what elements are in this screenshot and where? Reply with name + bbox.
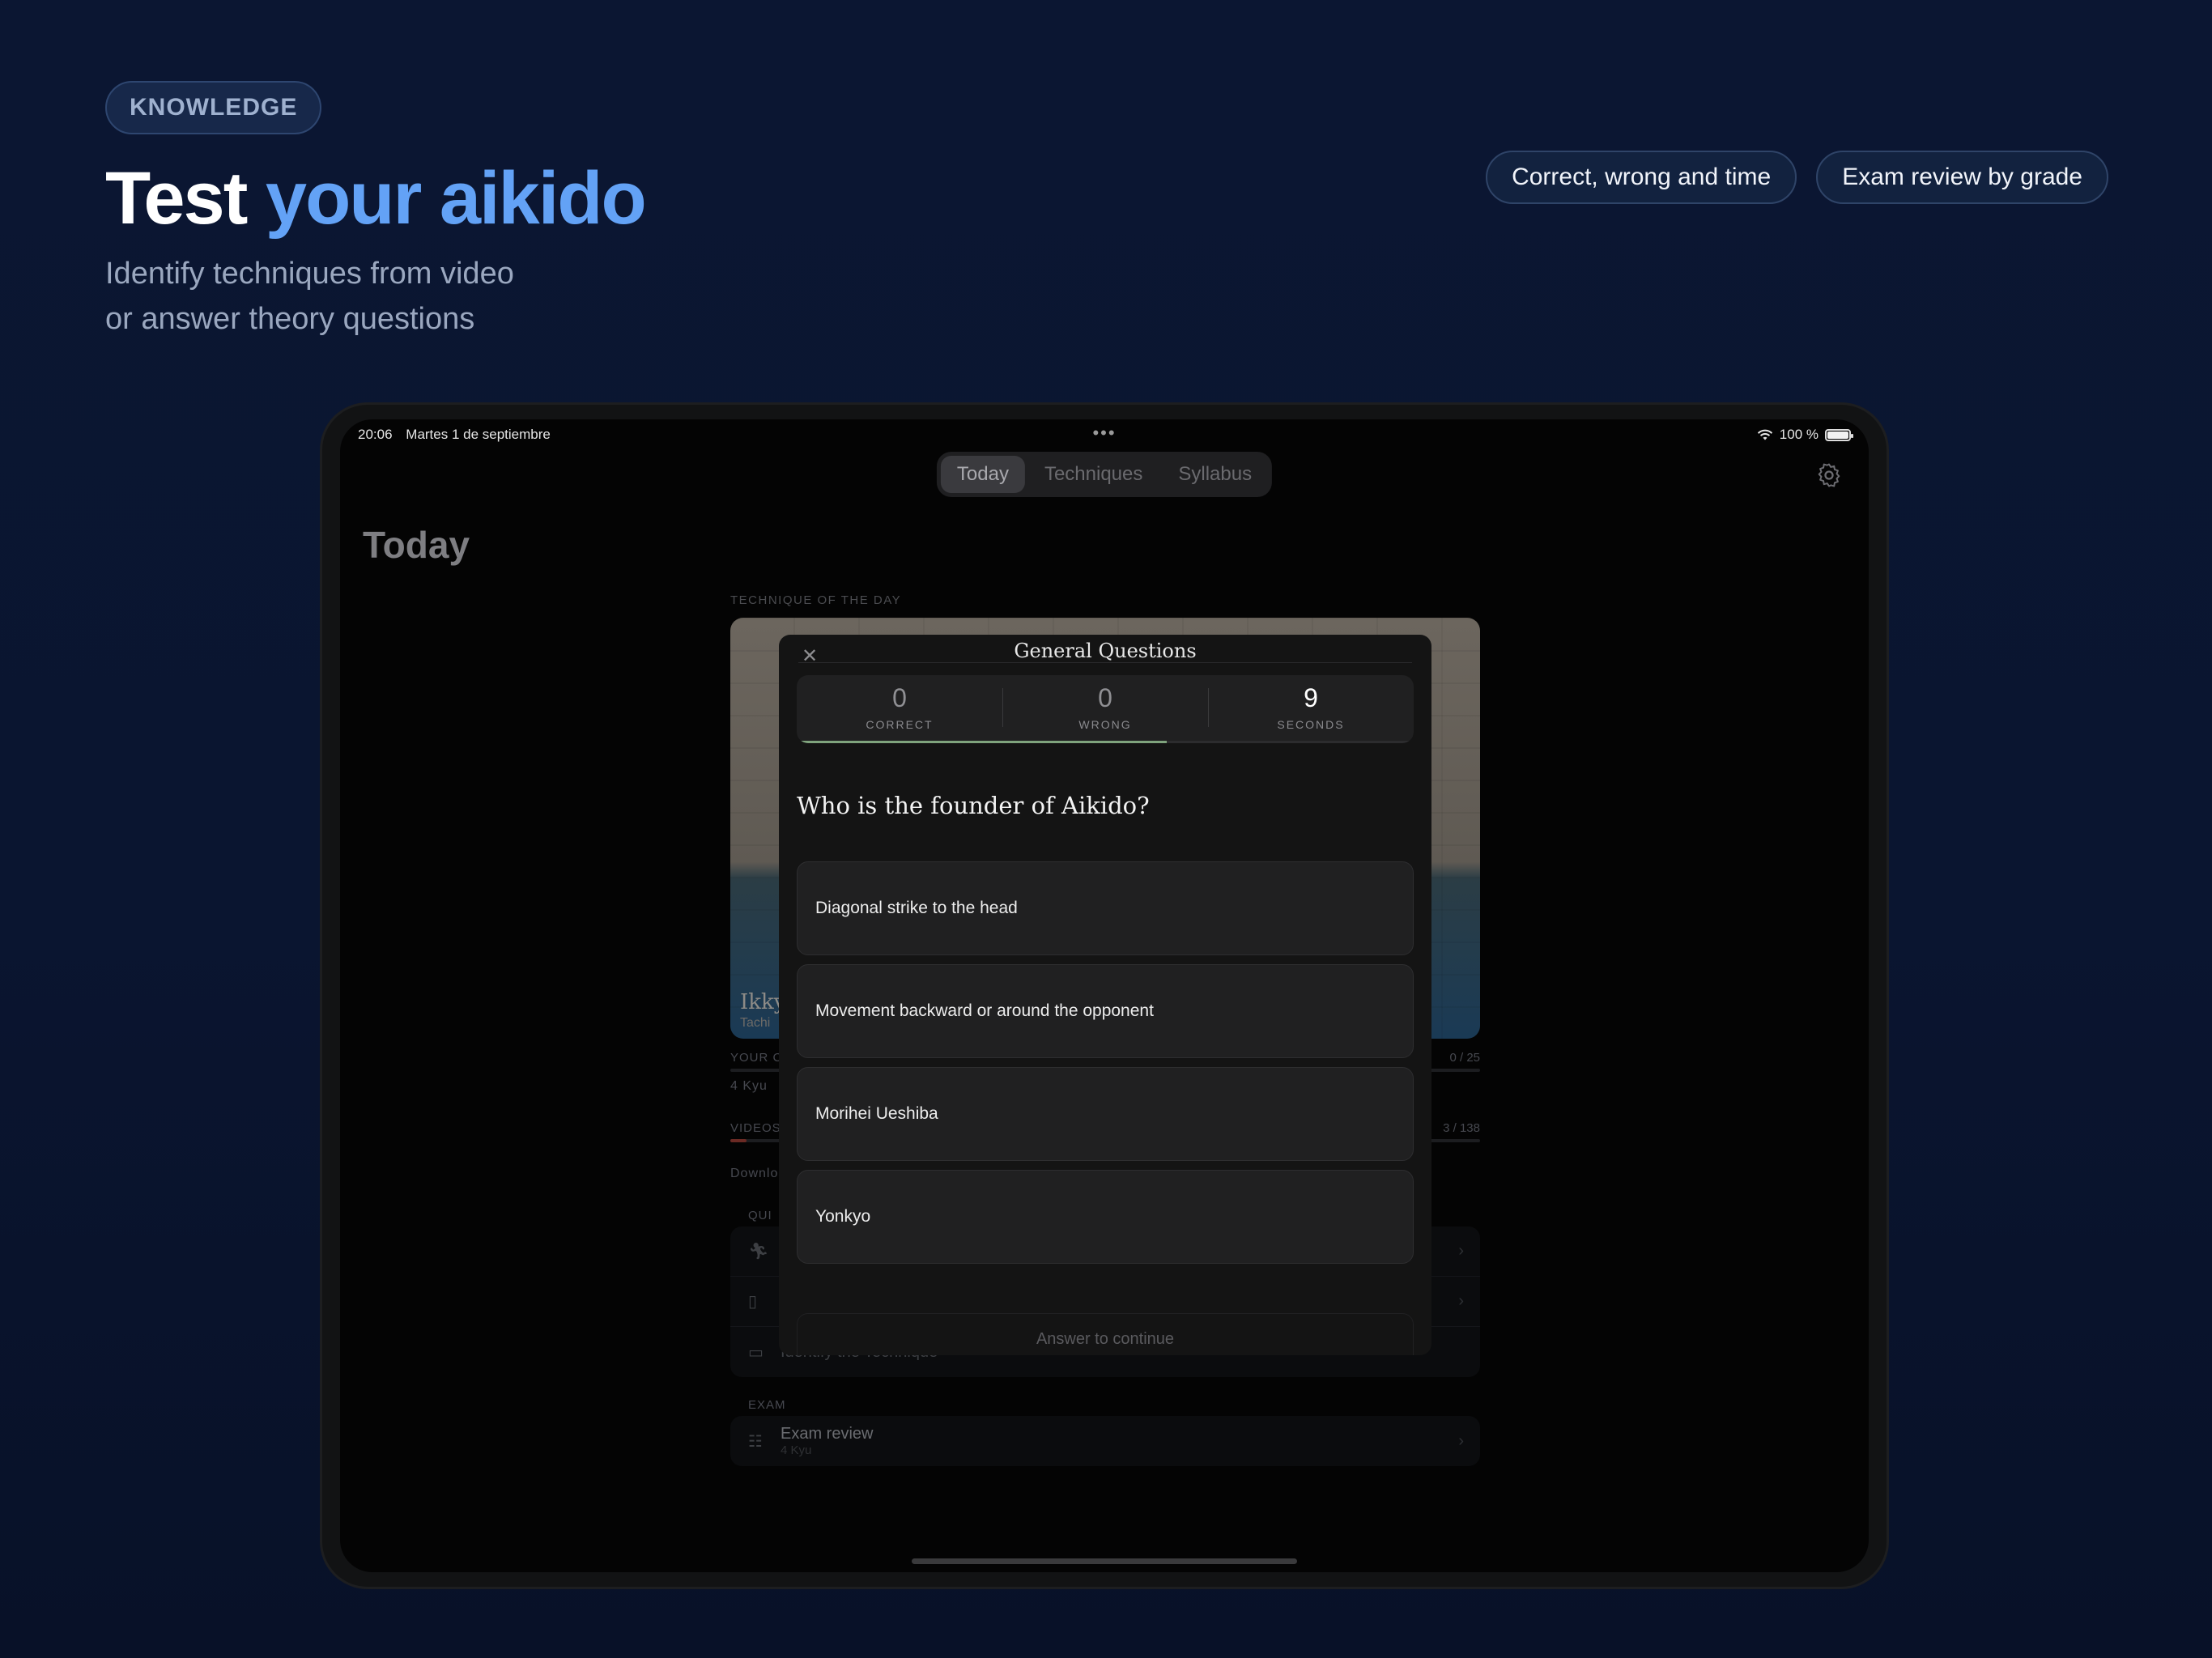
stat-correct: 0 CORRECT [797, 675, 1002, 743]
answer-list: Diagonal strike to the head Movement bac… [797, 861, 1414, 1273]
timer-progress-fill [797, 741, 1168, 743]
quiz-section-label: QUI [748, 1209, 772, 1222]
tab-segmented-control: Today Techniques Syllabus [936, 452, 1273, 497]
hero-title-plain: Test [105, 157, 266, 240]
timer-progress-bar [797, 741, 1414, 743]
wifi-icon [1757, 429, 1772, 440]
status-time: 20:06 [358, 427, 393, 442]
battery-icon [1825, 428, 1853, 441]
exam-review-label: Exam review [781, 1425, 874, 1443]
status-bar: 20:06 Martes 1 de septiembre ••• 100 % [340, 419, 1869, 452]
exam-list: ☷ Exam review 4 Kyu › [730, 1416, 1480, 1466]
wrong-label: WRONG [1078, 718, 1132, 731]
battery-percent: 100 % [1779, 427, 1819, 442]
correct-count: 0 [892, 683, 907, 712]
tab-syllabus[interactable]: Syllabus [1162, 456, 1268, 493]
progress-value: 0 / 25 [1449, 1051, 1480, 1065]
videos-label: VIDEOS [730, 1121, 781, 1135]
chevron-right-icon: › [1458, 1292, 1464, 1310]
grade-label: 4 Kyu [730, 1079, 768, 1093]
home-indicator[interactable] [912, 1558, 1297, 1564]
score-stats: 0 CORRECT 0 WRONG 9 SECONDS [797, 675, 1414, 743]
chevron-right-icon: › [1458, 1431, 1464, 1450]
correct-label: CORRECT [866, 718, 934, 731]
question-text: Who is the founder of Aikido? [797, 792, 1150, 819]
section-label-technique-of-day: TECHNIQUE OF THE DAY [730, 593, 902, 607]
hero-title: Test your aikido [105, 154, 647, 243]
person-icon: 🏃︎ [748, 1243, 769, 1261]
today-content: TECHNIQUE OF THE DAY Ikky Tachi YOUR C 0… [730, 593, 1480, 1466]
video-icon: ▭ [748, 1343, 764, 1362]
tab-today[interactable]: Today [940, 456, 1025, 493]
videos-value: 3 / 138 [1443, 1121, 1480, 1135]
tab-techniques[interactable]: Techniques [1028, 456, 1159, 493]
videos-progress-fill [730, 1139, 747, 1142]
hero-title-accent: your aikido [265, 157, 647, 240]
app-screen: 20:06 Martes 1 de septiembre ••• 100 % T… [340, 419, 1869, 1572]
feature-pill-exam-review: Exam review by grade [1816, 151, 2108, 204]
answer-option[interactable]: Diagonal strike to the head [797, 861, 1414, 955]
hero-subtitle: Identify techniques from video or answer… [105, 251, 753, 342]
wrong-count: 0 [1098, 683, 1112, 712]
divider [798, 662, 1412, 663]
stat-wrong: 0 WRONG [1002, 675, 1208, 743]
multitasking-dots-icon[interactable]: ••• [1092, 423, 1116, 444]
exam-review-row[interactable]: ☷ Exam review 4 Kyu › [730, 1416, 1480, 1466]
download-label[interactable]: Downlo [730, 1167, 778, 1181]
answer-option[interactable]: Morihei Ueshiba [797, 1067, 1414, 1161]
seconds-count: 9 [1304, 683, 1318, 712]
hero-subtitle-line: or answer theory questions [105, 302, 475, 336]
modal-title: General Questions [1014, 640, 1197, 662]
exam-section-label: EXAM [748, 1398, 786, 1412]
stat-seconds: 9 SECONDS [1208, 675, 1414, 743]
progress-label: YOUR C [730, 1051, 783, 1065]
answer-option[interactable]: Movement backward or around the opponent [797, 964, 1414, 1058]
chevron-right-icon: › [1458, 1242, 1464, 1260]
checklist-icon: ☷ [748, 1432, 763, 1451]
feature-pill-stats: Correct, wrong and time [1486, 151, 1797, 204]
technique-subtitle: Tachi [740, 1016, 771, 1030]
seconds-label: SECONDS [1277, 718, 1345, 731]
continue-button[interactable]: Answer to continue [797, 1313, 1414, 1355]
page-title: Today [363, 524, 470, 566]
exam-review-sub: 4 Kyu [781, 1443, 812, 1457]
book-icon: ▯ [748, 1293, 758, 1311]
answer-option[interactable]: Yonkyo [797, 1170, 1414, 1264]
ipad-device: 20:06 Martes 1 de septiembre ••• 100 % T… [322, 405, 1887, 1587]
hero-subtitle-line: Identify techniques from video [105, 257, 514, 291]
feature-pills: Correct, wrong and time Exam review by g… [1486, 151, 2108, 204]
gear-icon[interactable] [1815, 461, 1843, 489]
category-badge: KNOWLEDGE [105, 81, 322, 134]
status-date: Martes 1 de septiembre [406, 427, 551, 442]
quiz-modal: ✕ General Questions 0 CORRECT 0 WRONG 9 … [779, 635, 1431, 1355]
